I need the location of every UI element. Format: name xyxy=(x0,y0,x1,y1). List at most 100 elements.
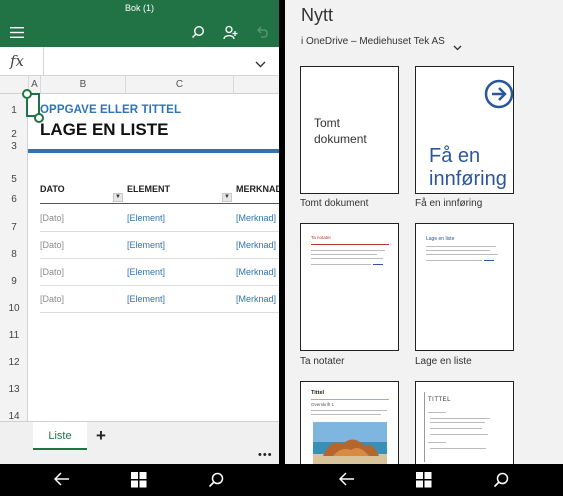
template-label[interactable]: Tomt dokument xyxy=(300,198,368,209)
thumb-line xyxy=(430,448,486,449)
header-note[interactable]: MERKNAD xyxy=(236,184,279,194)
template-notes[interactable]: Ta notater xyxy=(300,223,399,351)
selection-handle-top[interactable] xyxy=(22,89,32,99)
undo-icon[interactable] xyxy=(252,22,274,42)
add-person-icon[interactable] xyxy=(219,22,241,42)
back-icon[interactable] xyxy=(53,472,74,488)
page-title: Nytt xyxy=(301,5,334,25)
spreadsheet-grid[interactable]: A B C 1 2 3 5 6 7 8 9 10 11 12 13 14 OPP… xyxy=(0,76,279,421)
template-thumb-heading: Tittel xyxy=(311,390,325,396)
thumb-line xyxy=(311,414,381,415)
row-header[interactable]: 1 xyxy=(0,105,28,116)
excel-app: Bok (1) fx A B C 1 2 3 5 6 7 8 9 10 11 1… xyxy=(0,0,279,496)
fx-icon: fx xyxy=(10,52,25,70)
heading-rule xyxy=(28,149,279,153)
template-list[interactable]: Lage en liste xyxy=(415,223,514,351)
cell-element[interactable]: [Element] xyxy=(127,294,165,304)
row-header[interactable]: 8 xyxy=(0,249,28,260)
filter-dropdown-icon[interactable]: ▼ xyxy=(222,193,232,202)
header-date[interactable]: DATO xyxy=(40,184,65,194)
template-thumb-heading: Ta notater xyxy=(311,235,332,240)
thumb-line xyxy=(430,422,485,423)
thumb-line xyxy=(426,260,482,261)
app-bar: ••• xyxy=(0,450,279,464)
selection-handle-bottom[interactable] xyxy=(34,113,44,123)
cell-element[interactable]: [Element] xyxy=(127,240,165,250)
cell-date[interactable]: [Dato] xyxy=(40,267,64,277)
cell-note[interactable]: [Merknad] xyxy=(236,267,276,277)
system-navbar xyxy=(285,464,563,496)
formula-bar[interactable]: fx xyxy=(0,47,279,76)
cell-note[interactable]: [Merknad] xyxy=(236,294,276,304)
sheet-title[interactable]: LAGE EN LISTE xyxy=(40,120,168,140)
thumb-line xyxy=(311,254,377,255)
thumb-line xyxy=(426,254,498,255)
thumb-line xyxy=(430,428,482,429)
search-icon[interactable] xyxy=(187,22,209,42)
sheet-tab-bar: Liste + xyxy=(0,421,279,450)
add-sheet-button[interactable]: + xyxy=(96,426,106,446)
row-header[interactable]: 6 xyxy=(0,194,28,205)
more-options-icon[interactable]: ••• xyxy=(258,450,273,461)
thumb-line xyxy=(430,434,488,435)
thumb-line xyxy=(426,250,490,251)
windows-start-icon[interactable] xyxy=(131,472,151,488)
cell-element[interactable]: [Element] xyxy=(127,267,165,277)
cell-note[interactable]: [Merknad] xyxy=(236,240,276,250)
thumb-margin-rule xyxy=(424,392,425,462)
template-thumb-subheading: Overskrift 1 xyxy=(311,402,335,407)
cell-date[interactable]: [Dato] xyxy=(40,294,64,304)
thumb-line xyxy=(311,250,385,251)
row-header[interactable]: 2 xyxy=(0,129,28,140)
windows-start-icon[interactable] xyxy=(416,472,436,488)
row-header[interactable]: 13 xyxy=(0,384,28,395)
search-icon[interactable] xyxy=(208,472,228,488)
template-get-started[interactable]: Få en innføring xyxy=(415,66,514,194)
row-header[interactable]: 5 xyxy=(0,174,28,185)
thumb-line xyxy=(428,412,446,413)
column-header-d[interactable] xyxy=(233,76,279,94)
template-label[interactable]: Ta notater xyxy=(300,356,344,367)
thumb-line xyxy=(311,264,371,265)
template-outline[interactable]: TITTEL xyxy=(415,381,514,471)
column-header-b[interactable]: B xyxy=(40,76,125,94)
thumb-link xyxy=(373,264,383,265)
row-header[interactable]: 7 xyxy=(0,222,28,233)
save-location[interactable]: i OneDrive – Mediehuset Tek AS xyxy=(301,36,445,47)
arrow-right-icon xyxy=(484,79,513,114)
header-element[interactable]: ELEMENT xyxy=(127,184,170,194)
chevron-down-icon[interactable] xyxy=(255,55,266,73)
row-header[interactable]: 10 xyxy=(0,303,28,314)
thumb-link xyxy=(484,260,494,261)
thumb-line xyxy=(311,258,383,259)
row-header[interactable]: 9 xyxy=(0,276,28,287)
search-icon[interactable] xyxy=(493,472,513,488)
excel-titlebar: Bok (1) xyxy=(0,0,279,47)
header-rule xyxy=(40,203,279,204)
row-divider xyxy=(40,258,279,259)
row-header[interactable]: 12 xyxy=(0,357,28,368)
template-thumb-text: Tomt dokument xyxy=(314,116,367,146)
cell-date[interactable]: [Dato] xyxy=(40,240,64,250)
thumb-line xyxy=(311,410,387,411)
template-report[interactable]: Tittel Overskrift 1 xyxy=(300,381,399,471)
column-header-c[interactable]: C xyxy=(125,76,233,94)
chevron-down-icon[interactable] xyxy=(453,38,462,56)
row-headers: 1 2 3 5 6 7 8 9 10 11 12 13 14 xyxy=(0,94,28,421)
template-label[interactable]: Få en innføring xyxy=(415,198,482,209)
row-header[interactable]: 11 xyxy=(0,330,28,341)
tab-liste[interactable]: Liste xyxy=(33,422,87,450)
sheet-subtitle[interactable]: OPPGAVE ELLER TITTEL xyxy=(40,104,181,116)
filter-dropdown-icon[interactable]: ▼ xyxy=(113,193,123,202)
template-blank[interactable]: Tomt dokument xyxy=(300,66,399,194)
cell-element[interactable]: [Element] xyxy=(127,213,165,223)
row-header[interactable]: 14 xyxy=(0,411,28,421)
cell-date[interactable]: [Dato] xyxy=(40,213,64,223)
hamburger-icon[interactable] xyxy=(6,22,28,42)
template-label[interactable]: Lage en liste xyxy=(415,356,472,367)
thumb-beach-image xyxy=(313,422,387,470)
cell-note[interactable]: [Merknad] xyxy=(236,213,276,223)
row-header[interactable]: 3 xyxy=(0,141,28,152)
template-thumb-heading: Lage en liste xyxy=(426,236,455,242)
back-icon[interactable] xyxy=(338,472,359,488)
